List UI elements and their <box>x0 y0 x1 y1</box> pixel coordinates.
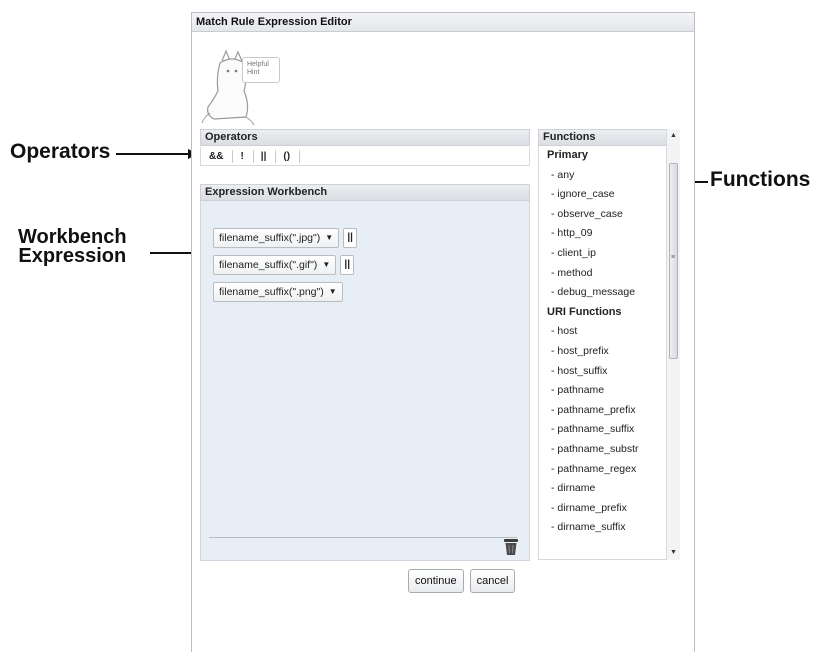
expression-workbench[interactable]: filename_suffix(".jpg") ▼ || filename_su… <box>200 201 530 561</box>
function-item[interactable]: - pathname_substr <box>539 440 679 460</box>
workbench-divider <box>209 537 517 538</box>
chevron-down-icon: ▼ <box>322 260 331 269</box>
operators-header: Operators <box>200 129 530 146</box>
function-item[interactable]: - http_09 <box>539 224 679 244</box>
expression-label: filename_suffix(".jpg") <box>219 232 321 244</box>
hint-bubble: Helpful Hint <box>242 57 280 83</box>
function-item[interactable]: - client_ip <box>539 244 679 264</box>
callout-operators: Operators <box>10 140 111 163</box>
function-item[interactable]: - pathname_prefix <box>539 401 679 421</box>
function-group-primary: Primary <box>547 149 588 161</box>
expression-dropdown[interactable]: filename_suffix(".png") ▼ <box>213 282 343 302</box>
expression-row: filename_suffix(".gif") ▼ || <box>213 255 355 275</box>
callout-operators-arrow <box>116 153 190 155</box>
dialog-title: Match Rule Expression Editor <box>192 13 694 32</box>
callout-workbench-line2: Expression <box>18 245 127 267</box>
chevron-down-icon: ▼ <box>325 233 334 242</box>
callout-workbench: Workbench Expression <box>18 227 127 267</box>
expression-label: filename_suffix(".gif") <box>219 259 318 271</box>
operator-not[interactable]: ! <box>233 149 254 163</box>
function-item[interactable]: - pathname_suffix <box>539 420 679 440</box>
expression-row: filename_suffix(".jpg") ▼ || <box>213 228 358 248</box>
function-item[interactable]: - observe_case <box>539 205 679 225</box>
function-item[interactable]: - pathname_regex <box>539 460 679 480</box>
or-connector-button[interactable]: || <box>340 255 355 275</box>
operators-toolbar: && ! || () <box>200 147 530 166</box>
functions-header: Functions <box>538 129 680 146</box>
chevron-down-icon: ▼ <box>328 287 337 296</box>
function-item[interactable]: - dirname <box>539 479 679 499</box>
functions-scrollbar[interactable]: ▲ ≡ ▼ <box>666 129 680 560</box>
expression-label: filename_suffix(".png") <box>219 286 324 298</box>
function-item[interactable]: - debug_message <box>539 283 679 303</box>
dialog-actions: continue cancel <box>408 569 516 593</box>
operator-and[interactable]: && <box>207 149 234 163</box>
grip-icon: ≡ <box>671 254 676 261</box>
operator-parens[interactable]: () <box>276 149 301 163</box>
functions-list[interactable]: Primary - any - ignore_case - observe_ca… <box>538 146 680 560</box>
function-item[interactable]: - dirname_prefix <box>539 499 679 519</box>
hint-line2: Hint <box>247 69 260 76</box>
function-item[interactable]: - dirname_suffix <box>539 518 679 538</box>
operator-or[interactable]: || <box>254 149 277 163</box>
scroll-up-icon[interactable]: ▲ <box>667 129 680 143</box>
function-item[interactable]: - host <box>539 322 679 342</box>
expression-row: filename_suffix(".png") ▼ <box>213 282 343 302</box>
expression-editor-dialog: Match Rule Expression Editor Helpful Hin… <box>191 12 695 652</box>
expression-dropdown[interactable]: filename_suffix(".gif") ▼ <box>213 255 337 275</box>
cancel-button[interactable]: cancel <box>469 569 516 593</box>
function-item[interactable]: - pathname <box>539 381 679 401</box>
continue-button[interactable]: continue <box>408 569 464 593</box>
function-group-uri: URI Functions <box>547 305 622 318</box>
scroll-down-icon[interactable]: ▼ <box>667 546 680 560</box>
expression-dropdown[interactable]: filename_suffix(".jpg") ▼ <box>213 228 340 248</box>
hint-line1: Helpful <box>247 61 269 68</box>
function-item[interactable]: - host_suffix <box>539 362 679 382</box>
or-connector-button[interactable]: || <box>343 228 358 248</box>
callout-functions: Functions <box>710 168 811 191</box>
trash-icon[interactable] <box>503 538 519 556</box>
function-item[interactable]: - ignore_case <box>539 185 679 205</box>
function-item[interactable]: - method <box>539 264 679 284</box>
function-item[interactable]: - any <box>539 166 679 186</box>
scrollbar-thumb[interactable]: ≡ <box>669 163 678 359</box>
helpful-hint[interactable]: Helpful Hint <box>200 47 282 127</box>
function-item[interactable]: - host_prefix <box>539 342 679 362</box>
workbench-header: Expression Workbench <box>200 184 530 201</box>
